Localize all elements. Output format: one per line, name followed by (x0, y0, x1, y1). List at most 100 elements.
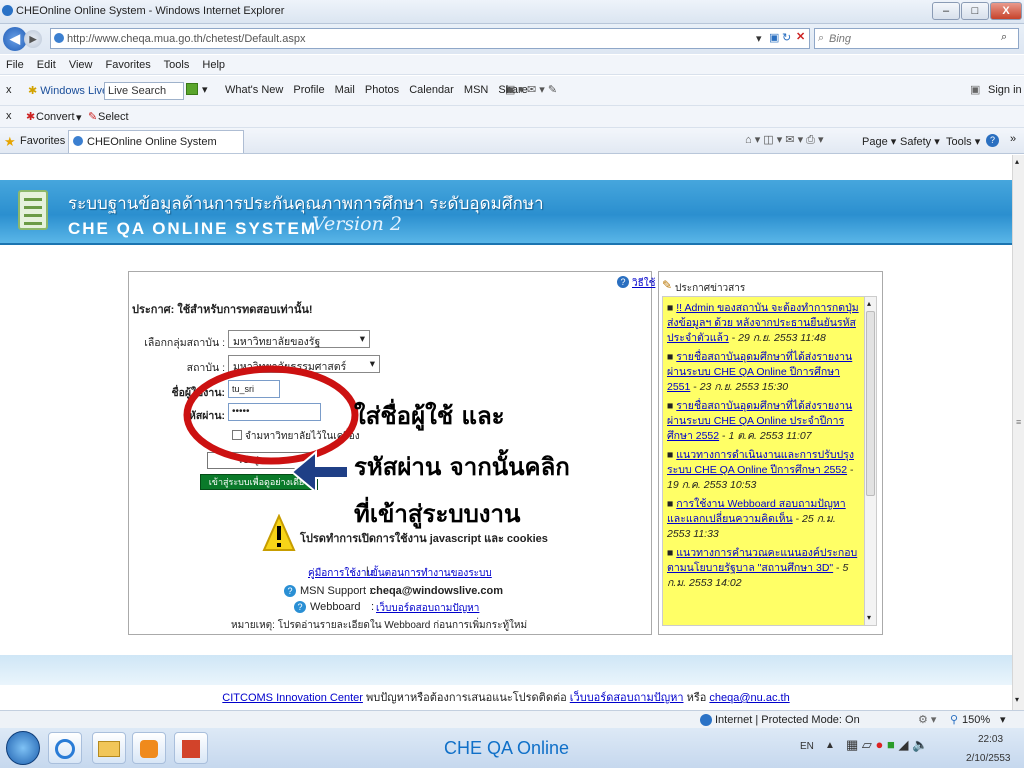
group-label: เลือกกลุ่มสถาบัน : (144, 337, 225, 349)
scroll-grip-icon[interactable]: ≡ (1016, 417, 1021, 427)
forward-button[interactable]: ▶ (24, 30, 42, 48)
news-item-link[interactable]: แนวทางการคำนวณคะแนนองค์ประกอบตามนโยบายรั… (667, 547, 857, 574)
language-indicator[interactable]: EN (800, 741, 814, 752)
page-menu[interactable]: Page ▾ (862, 135, 896, 148)
live-search-input[interactable]: Live Search (104, 82, 184, 100)
tray-alert-icon[interactable]: ● (876, 737, 884, 752)
webboard-label: Webboard (310, 601, 361, 613)
link-photos[interactable]: Photos (365, 84, 399, 96)
home-icon[interactable]: ⌂ ▾ ◫ ▾ ✉ ▾ ⎙ ▾ (745, 133, 824, 147)
toolbar-extras-icon[interactable]: ▣ ▾ ✉ ▾ ✎ (505, 83, 557, 96)
taskbar-ie-icon[interactable] (48, 732, 82, 764)
news-scroll-area[interactable]: ■ !! Admin ของสถาบัน จะต้องทำการกดปุ่มส่… (662, 296, 877, 626)
tray-green-icon[interactable]: ■ (887, 737, 895, 752)
link-calendar[interactable]: Calendar (409, 84, 454, 96)
tools-menu[interactable]: Tools ▾ (946, 135, 980, 148)
close-convert-toolbar-icon[interactable]: x (6, 110, 12, 122)
taskbar-explorer-icon[interactable] (92, 732, 126, 764)
live-search-button[interactable] (186, 83, 198, 95)
news-title: ประกาศข่าวสาร (675, 283, 746, 294)
steps-link[interactable]: ขั้นตอนการทำงานของระบบ (371, 566, 492, 581)
tray-arrow-icon[interactable]: ▲ (825, 740, 835, 751)
news-item: ■ รายชื่อสถาบันอุดมศึกษาที่ได้ส่งรายงานผ… (667, 400, 853, 442)
minimize-button[interactable]: – (932, 2, 960, 20)
maximize-button[interactable]: □ (961, 2, 989, 20)
tray-icons[interactable]: ▦ ▱ ● ■ ◢ 🔈 (846, 737, 928, 753)
news-item: ■ รายชื่อสถาบันอุดมศึกษาที่ได้ส่งรายงานผ… (667, 351, 853, 393)
search-box[interactable]: ⌕ Bing ⌕ (814, 28, 1019, 49)
institution-select-arrow-icon: ▾ (369, 358, 375, 370)
convert-button[interactable]: Convert (36, 111, 75, 123)
address-url: http://www.cheqa.mua.go.th/chetest/Defau… (67, 33, 306, 45)
footer-webboard-link[interactable]: เว็บบอร์ดสอบถามปัญหา (570, 692, 684, 704)
tab-label: CHEOnline Online System (87, 136, 217, 148)
internet-zone-icon (700, 714, 712, 726)
chevron-more-icon[interactable]: » (1010, 133, 1016, 145)
search-go-icon[interactable]: ⌕ (1001, 31, 1007, 44)
menu-view[interactable]: View (69, 59, 93, 71)
news-item-link[interactable]: แนวทางการดำเนินงานและการปรับปรุงระบบ CHE… (667, 449, 854, 476)
tab-cheonline[interactable]: CHEOnline Online System (68, 130, 244, 153)
zoom-level[interactable]: 150% (962, 714, 990, 726)
select-icon: ✎ (88, 111, 98, 123)
compat-icon[interactable]: ▣ (769, 31, 779, 44)
close-button[interactable]: X (990, 2, 1022, 20)
footer-citcoms-link[interactable]: CITCOMS Innovation Center (222, 692, 363, 704)
favorites-button[interactable]: Favorites (20, 135, 65, 147)
windows-live-logo[interactable]: ✱ Windows Live (28, 84, 108, 97)
news-scroll-down-icon[interactable]: ▾ (867, 613, 871, 622)
menu-favorites[interactable]: Favorites (106, 59, 151, 71)
close-toolbar-icon[interactable]: x (6, 84, 12, 96)
footer-email-link[interactable]: cheqa@nu.ac.th (709, 692, 789, 704)
status-bar: Internet | Protected Mode: On ⚙ ▾ ⚲ 150%… (0, 710, 1024, 730)
menu-file[interactable]: File (6, 59, 24, 71)
sign-in-link[interactable]: Sign in (988, 84, 1022, 96)
group-select[interactable]: มหาวิทยาลัยของรัฐ ▾ (228, 330, 370, 348)
menu-edit[interactable]: Edit (37, 59, 56, 71)
start-button[interactable] (6, 731, 40, 765)
scroll-up-icon[interactable]: ▴ (1015, 157, 1019, 166)
favorites-star-icon[interactable]: ★ (4, 134, 16, 150)
zoom-dropdown-icon[interactable]: ▾ (1000, 713, 1006, 726)
banner-thai-title: ระบบฐานข้อมูลด้านการประกันคุณภาพการศึกษา… (68, 194, 544, 214)
footer-or: หรือ (683, 692, 710, 704)
clock-time[interactable]: 22:03 (978, 734, 1003, 745)
menu-tools[interactable]: Tools (164, 59, 190, 71)
banner-version: Version 2 (312, 213, 402, 235)
addon-status-icon[interactable]: ⚙ ▾ (918, 713, 936, 726)
taskbar-media-icon[interactable] (132, 732, 166, 764)
security-zone[interactable]: Internet | Protected Mode: On (715, 714, 860, 726)
banner-english-title: CHE QA ONLINE SYSTEM (68, 219, 318, 238)
help-icon[interactable]: ? (986, 134, 999, 147)
convert-toolbar: x ✱ Convert ▾ ✎ Select (0, 106, 1024, 128)
manual-link[interactable]: คู่มือการใช้งาน (308, 566, 373, 581)
zoom-icon: ⚲ (950, 714, 959, 726)
link-profile[interactable]: Profile (293, 84, 324, 96)
search-placeholder: Bing (829, 33, 852, 45)
news-scroll-up-icon[interactable]: ▴ (867, 299, 871, 308)
page-scrollbar[interactable]: ▴ ≡ ▾ (1012, 155, 1024, 710)
ie-icon (2, 5, 13, 16)
clock-date[interactable]: 2/10/2553 (966, 753, 1011, 764)
clipboard-logo-icon (18, 190, 48, 230)
select-button[interactable]: Select (98, 111, 129, 123)
safety-menu[interactable]: Safety ▾ (900, 135, 940, 148)
link-whats-new[interactable]: What's New (225, 84, 283, 96)
news-scroll-thumb[interactable] (866, 311, 875, 496)
refresh-icon[interactable]: ↻ (782, 31, 791, 44)
stop-icon[interactable]: ✕ (796, 30, 805, 43)
news-scrollbar[interactable]: ▴ ▾ (864, 297, 876, 625)
link-mail[interactable]: Mail (335, 84, 355, 96)
help-howto-icon[interactable]: ? (617, 276, 629, 288)
convert-dropdown-icon[interactable]: ▾ (76, 111, 82, 124)
live-search-dropdown-icon[interactable]: ▾ (202, 83, 208, 96)
menu-help[interactable]: Help (202, 59, 225, 71)
windows-live-label: Windows Live (40, 85, 109, 97)
address-bar[interactable]: http://www.cheqa.mua.go.th/chetest/Defau… (50, 28, 810, 49)
webboard-link[interactable]: เว็บบอร์ดสอบถามปัญหา (376, 601, 479, 616)
dropdown-icon[interactable]: ▾ (756, 32, 762, 45)
link-msn[interactable]: MSN (464, 84, 488, 96)
scroll-down-icon[interactable]: ▾ (1015, 695, 1019, 704)
help-howto-link[interactable]: วิธีใช้ (632, 276, 655, 291)
taskbar-powerpoint-icon[interactable] (174, 732, 208, 764)
